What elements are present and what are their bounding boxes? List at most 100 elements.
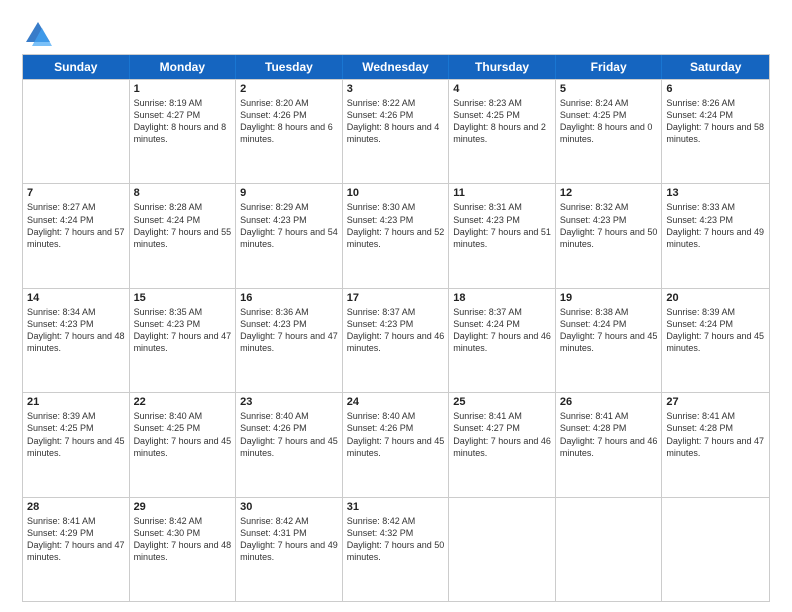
logo-icon xyxy=(22,18,50,46)
calendar-cell-6: 6Sunrise: 8:26 AM Sunset: 4:24 PM Daylig… xyxy=(662,80,769,183)
cell-info: Sunrise: 8:39 AM Sunset: 4:25 PM Dayligh… xyxy=(27,410,125,459)
cell-info: Sunrise: 8:35 AM Sunset: 4:23 PM Dayligh… xyxy=(134,306,232,355)
calendar-cell-empty-4-6 xyxy=(662,498,769,601)
cell-info: Sunrise: 8:29 AM Sunset: 4:23 PM Dayligh… xyxy=(240,201,338,250)
header-day-friday: Friday xyxy=(556,55,663,79)
cell-day-number: 30 xyxy=(240,501,338,513)
cell-day-number: 31 xyxy=(347,501,445,513)
cell-info: Sunrise: 8:20 AM Sunset: 4:26 PM Dayligh… xyxy=(240,97,338,146)
cell-day-number: 26 xyxy=(560,396,658,408)
calendar-cell-20: 20Sunrise: 8:39 AM Sunset: 4:24 PM Dayli… xyxy=(662,289,769,392)
cell-info: Sunrise: 8:24 AM Sunset: 4:25 PM Dayligh… xyxy=(560,97,658,146)
calendar-cell-9: 9 Sunrise: 8:29 AM Sunset: 4:23 PM Daylig… xyxy=(236,184,343,287)
cell-day-number: 28 xyxy=(27,501,125,513)
calendar-cell-30: 30Sunrise: 8:42 AM Sunset: 4:31 PM Dayli… xyxy=(236,498,343,601)
calendar-cell-10: 10 Sunrise: 8:30 AM Sunset: 4:23 PM Dayli… xyxy=(343,184,450,287)
calendar-cell-empty-4-5 xyxy=(556,498,663,601)
header-day-tuesday: Tuesday xyxy=(236,55,343,79)
cell-info: Sunrise: 8:22 AM Sunset: 4:26 PM Dayligh… xyxy=(347,97,445,146)
cell-day-number: 19 xyxy=(560,292,658,304)
cell-day-number: 24 xyxy=(347,396,445,408)
cell-day-number: 22 xyxy=(134,396,232,408)
calendar-cell-4: 4 Sunrise: 8:23 AM Sunset: 4:25 PM Daylig… xyxy=(449,80,556,183)
calendar-cell-24: 24 Sunrise: 8:40 AM Sunset: 4:26 PM Dayli… xyxy=(343,393,450,496)
calendar-cell-17: 17 Sunrise: 8:37 AM Sunset: 4:23 PM Dayli… xyxy=(343,289,450,392)
calendar-cell-5: 5 Sunrise: 8:24 AM Sunset: 4:25 PM Daylig… xyxy=(556,80,663,183)
calendar-cell-3: 3Sunrise: 8:22 AM Sunset: 4:26 PM Daylig… xyxy=(343,80,450,183)
cell-day-number: 25 xyxy=(453,396,551,408)
cell-day-number: 29 xyxy=(134,501,232,513)
calendar-cell-23: 23 Sunrise: 8:40 AM Sunset: 4:26 PM Dayli… xyxy=(236,393,343,496)
calendar-cell-19: 19 Sunrise: 8:38 AM Sunset: 4:24 PM Dayli… xyxy=(556,289,663,392)
cell-day-number: 10 xyxy=(347,187,445,199)
calendar-cell-1: 1 Sunrise: 8:19 AM Sunset: 4:27 PM Daylig… xyxy=(130,80,237,183)
calendar-cell-18: 18 Sunrise: 8:37 AM Sunset: 4:24 PM Dayli… xyxy=(449,289,556,392)
cell-day-number: 17 xyxy=(347,292,445,304)
cell-day-number: 5 xyxy=(560,83,658,95)
calendar-row-2: 14Sunrise: 8:34 AM Sunset: 4:23 PM Dayli… xyxy=(23,288,769,392)
cell-info: Sunrise: 8:37 AM Sunset: 4:23 PM Dayligh… xyxy=(347,306,445,355)
calendar-cell-8: 8 Sunrise: 8:28 AM Sunset: 4:24 PM Daylig… xyxy=(130,184,237,287)
calendar-cell-21: 21Sunrise: 8:39 AM Sunset: 4:25 PM Dayli… xyxy=(23,393,130,496)
calendar-cell-31: 31 Sunrise: 8:42 AM Sunset: 4:32 PM Dayli… xyxy=(343,498,450,601)
cell-info: Sunrise: 8:41 AM Sunset: 4:28 PM Dayligh… xyxy=(560,410,658,459)
cell-day-number: 8 xyxy=(134,187,232,199)
cell-day-number: 20 xyxy=(666,292,765,304)
cell-day-number: 15 xyxy=(134,292,232,304)
cell-info: Sunrise: 8:40 AM Sunset: 4:26 PM Dayligh… xyxy=(240,410,338,459)
calendar-cell-28: 28 Sunrise: 8:41 AM Sunset: 4:29 PM Dayli… xyxy=(23,498,130,601)
cell-info: Sunrise: 8:40 AM Sunset: 4:25 PM Dayligh… xyxy=(134,410,232,459)
cell-info: Sunrise: 8:32 AM Sunset: 4:23 PM Dayligh… xyxy=(560,201,658,250)
calendar-cell-13: 13 Sunrise: 8:33 AM Sunset: 4:23 PM Dayli… xyxy=(662,184,769,287)
cell-info: Sunrise: 8:30 AM Sunset: 4:23 PM Dayligh… xyxy=(347,201,445,250)
calendar-row-4: 28 Sunrise: 8:41 AM Sunset: 4:29 PM Dayli… xyxy=(23,497,769,601)
calendar: SundayMondayTuesdayWednesdayThursdayFrid… xyxy=(22,54,770,602)
cell-day-number: 2 xyxy=(240,83,338,95)
calendar-cell-2: 2 Sunrise: 8:20 AM Sunset: 4:26 PM Daylig… xyxy=(236,80,343,183)
cell-info: Sunrise: 8:42 AM Sunset: 4:32 PM Dayligh… xyxy=(347,515,445,564)
calendar-cell-26: 26 Sunrise: 8:41 AM Sunset: 4:28 PM Dayli… xyxy=(556,393,663,496)
cell-info: Sunrise: 8:42 AM Sunset: 4:30 PM Dayligh… xyxy=(134,515,232,564)
cell-day-number: 9 xyxy=(240,187,338,199)
cell-day-number: 27 xyxy=(666,396,765,408)
calendar-cell-14: 14Sunrise: 8:34 AM Sunset: 4:23 PM Dayli… xyxy=(23,289,130,392)
header xyxy=(22,18,770,46)
calendar-body: 1 Sunrise: 8:19 AM Sunset: 4:27 PM Daylig… xyxy=(23,79,769,601)
cell-info: Sunrise: 8:19 AM Sunset: 4:27 PM Dayligh… xyxy=(134,97,232,146)
calendar-cell-25: 25Sunrise: 8:41 AM Sunset: 4:27 PM Dayli… xyxy=(449,393,556,496)
calendar-row-3: 21Sunrise: 8:39 AM Sunset: 4:25 PM Dayli… xyxy=(23,392,769,496)
cell-day-number: 14 xyxy=(27,292,125,304)
cell-info: Sunrise: 8:26 AM Sunset: 4:24 PM Dayligh… xyxy=(666,97,765,146)
cell-day-number: 7 xyxy=(27,187,125,199)
cell-info: Sunrise: 8:33 AM Sunset: 4:23 PM Dayligh… xyxy=(666,201,765,250)
cell-day-number: 4 xyxy=(453,83,551,95)
header-day-sunday: Sunday xyxy=(23,55,130,79)
cell-day-number: 13 xyxy=(666,187,765,199)
cell-day-number: 18 xyxy=(453,292,551,304)
calendar-cell-27: 27 Sunrise: 8:41 AM Sunset: 4:28 PM Dayli… xyxy=(662,393,769,496)
cell-info: Sunrise: 8:41 AM Sunset: 4:28 PM Dayligh… xyxy=(666,410,765,459)
cell-info: Sunrise: 8:38 AM Sunset: 4:24 PM Dayligh… xyxy=(560,306,658,355)
header-day-monday: Monday xyxy=(130,55,237,79)
cell-info: Sunrise: 8:37 AM Sunset: 4:24 PM Dayligh… xyxy=(453,306,551,355)
calendar-cell-12: 12Sunrise: 8:32 AM Sunset: 4:23 PM Dayli… xyxy=(556,184,663,287)
cell-info: Sunrise: 8:40 AM Sunset: 4:26 PM Dayligh… xyxy=(347,410,445,459)
cell-day-number: 23 xyxy=(240,396,338,408)
calendar-row-0: 1 Sunrise: 8:19 AM Sunset: 4:27 PM Daylig… xyxy=(23,79,769,183)
cell-info: Sunrise: 8:41 AM Sunset: 4:29 PM Dayligh… xyxy=(27,515,125,564)
calendar-cell-empty-4-4 xyxy=(449,498,556,601)
cell-day-number: 1 xyxy=(134,83,232,95)
calendar-cell-11: 11Sunrise: 8:31 AM Sunset: 4:23 PM Dayli… xyxy=(449,184,556,287)
header-day-saturday: Saturday xyxy=(662,55,769,79)
cell-info: Sunrise: 8:27 AM Sunset: 4:24 PM Dayligh… xyxy=(27,201,125,250)
page: SundayMondayTuesdayWednesdayThursdayFrid… xyxy=(0,0,792,612)
calendar-cell-16: 16Sunrise: 8:36 AM Sunset: 4:23 PM Dayli… xyxy=(236,289,343,392)
cell-info: Sunrise: 8:28 AM Sunset: 4:24 PM Dayligh… xyxy=(134,201,232,250)
header-day-wednesday: Wednesday xyxy=(343,55,450,79)
cell-info: Sunrise: 8:23 AM Sunset: 4:25 PM Dayligh… xyxy=(453,97,551,146)
calendar-row-1: 7 Sunrise: 8:27 AM Sunset: 4:24 PM Daylig… xyxy=(23,183,769,287)
header-day-thursday: Thursday xyxy=(449,55,556,79)
calendar-cell-7: 7 Sunrise: 8:27 AM Sunset: 4:24 PM Daylig… xyxy=(23,184,130,287)
calendar-cell-empty-0-0 xyxy=(23,80,130,183)
cell-info: Sunrise: 8:36 AM Sunset: 4:23 PM Dayligh… xyxy=(240,306,338,355)
